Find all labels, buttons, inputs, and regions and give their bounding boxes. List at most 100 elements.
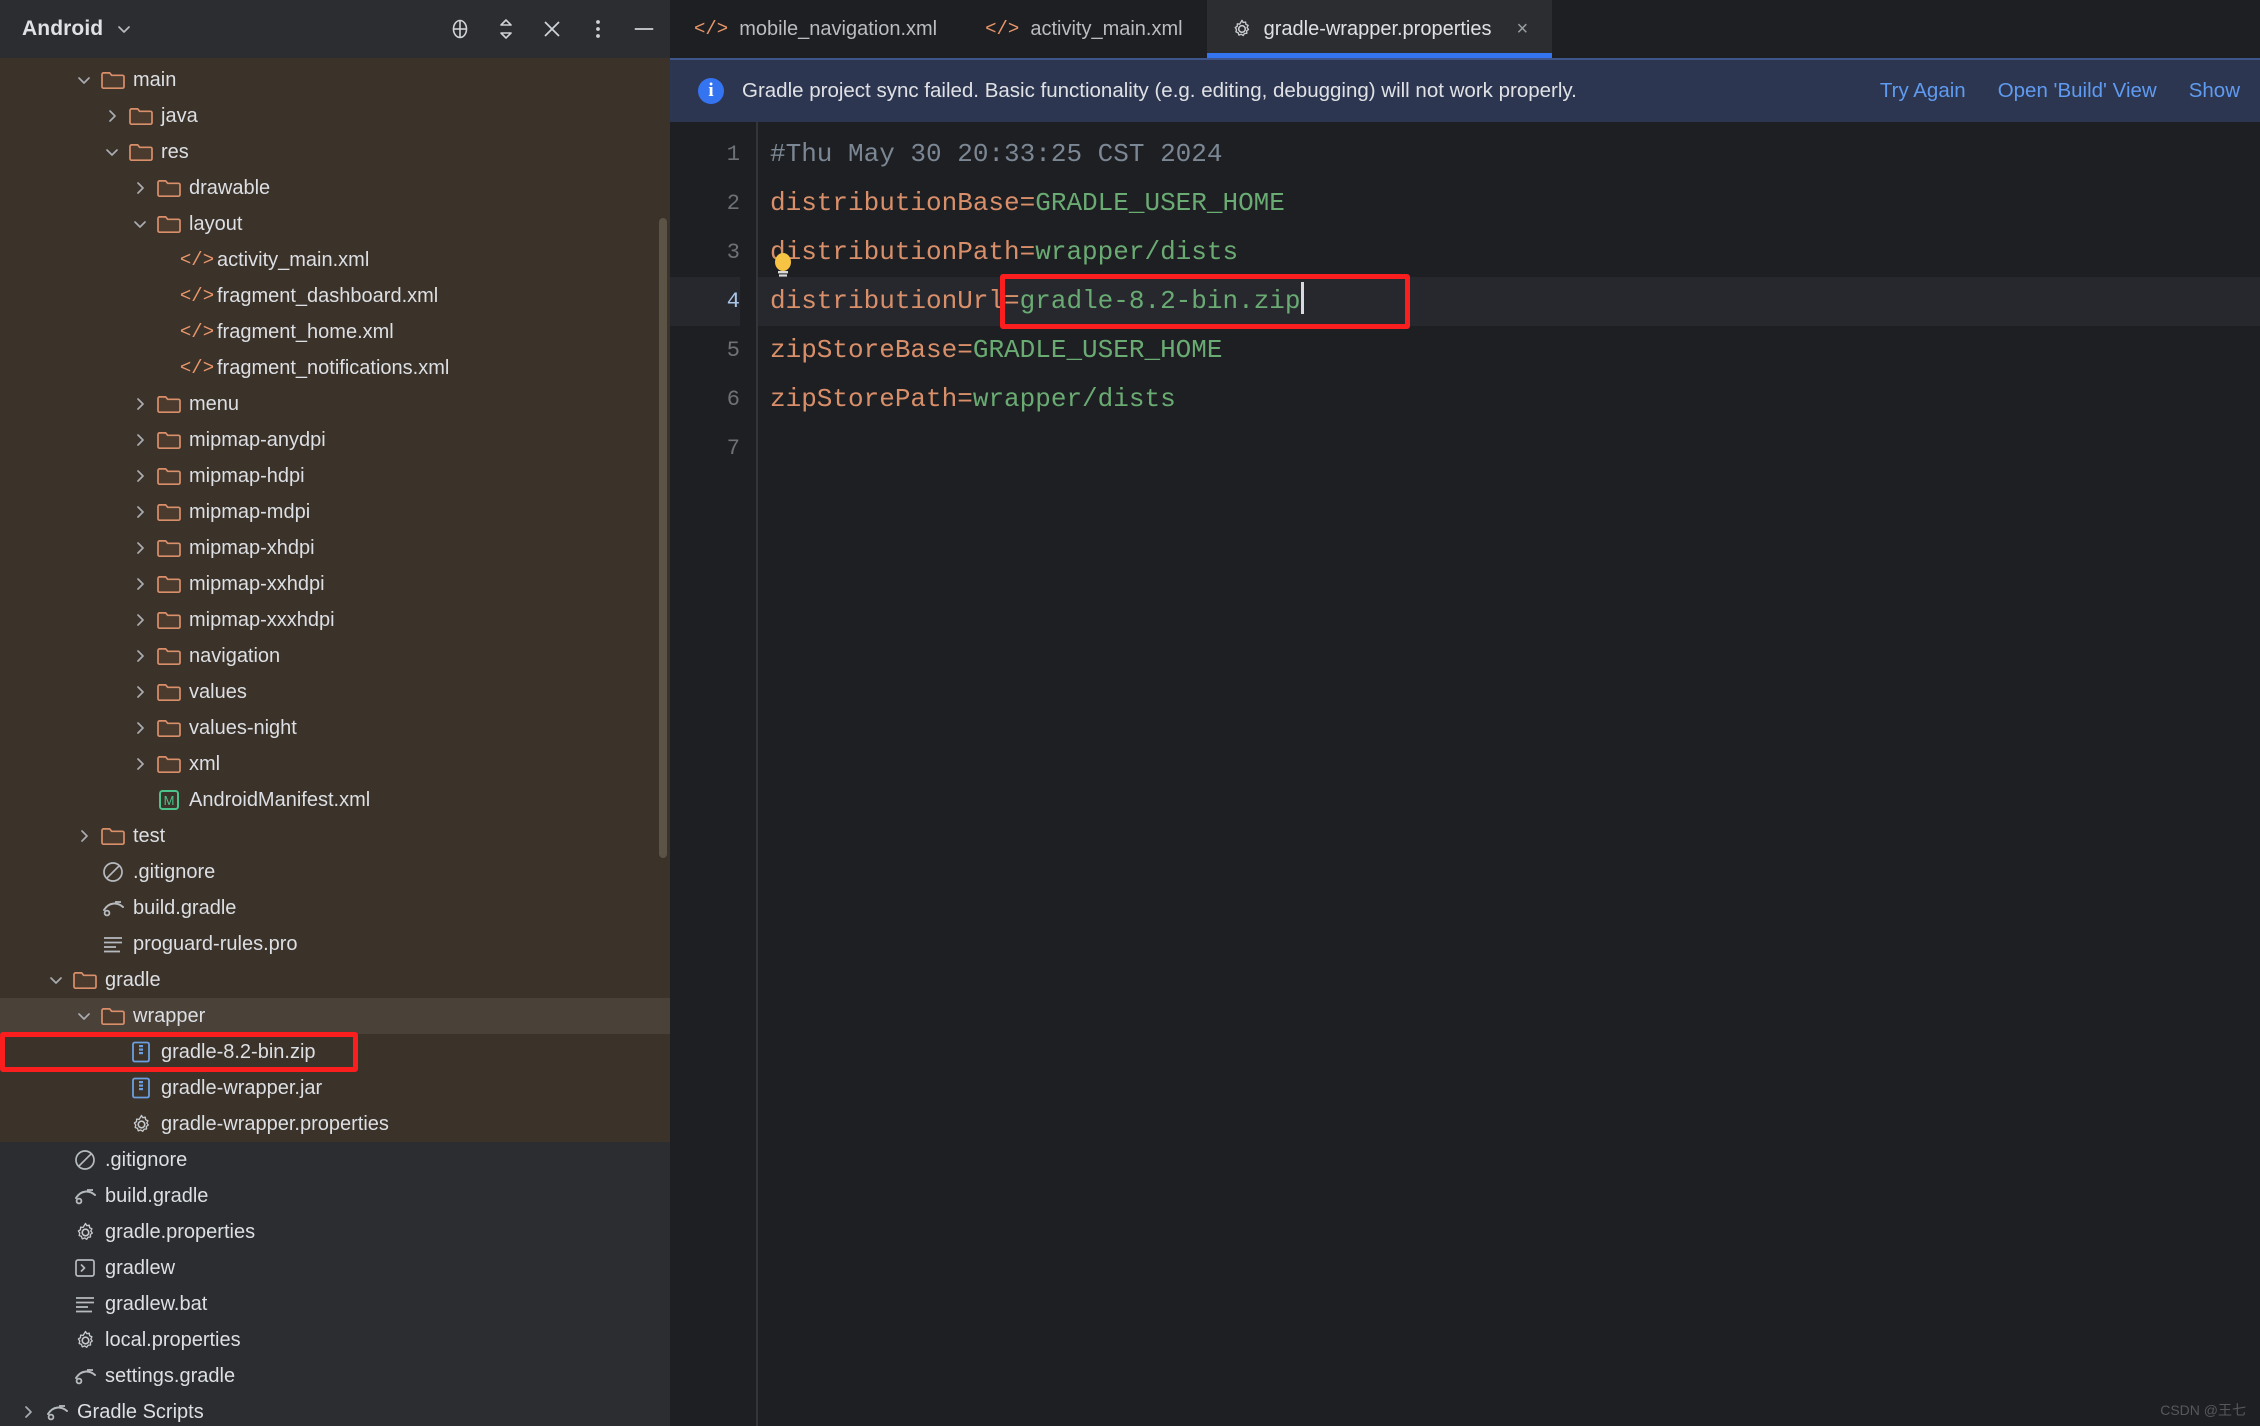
tree-row[interactable]: gradle-8.2-bin.zip bbox=[0, 1032, 670, 1072]
code-line[interactable] bbox=[758, 424, 2260, 473]
tree-row[interactable]: .gitignore bbox=[0, 854, 670, 890]
chevron-right-icon[interactable] bbox=[14, 1403, 42, 1421]
chevron-right-icon[interactable] bbox=[126, 503, 154, 521]
tree-row[interactable]: main bbox=[0, 62, 670, 98]
chevron-right-icon[interactable] bbox=[126, 395, 154, 413]
tree-row[interactable]: </> fragment_dashboard.xml bbox=[0, 278, 670, 314]
tree-row[interactable]: M AndroidManifest.xml bbox=[0, 782, 670, 818]
tree-item-label: mipmap-anydpi bbox=[189, 428, 326, 451]
tree-row[interactable]: settings.gradle bbox=[0, 1358, 670, 1394]
show-link[interactable]: Show bbox=[2189, 79, 2240, 103]
tree-item-label: .gitignore bbox=[133, 860, 216, 883]
tree-item-label: mipmap-xhdpi bbox=[189, 536, 315, 559]
open-build-view-link[interactable]: Open 'Build' View bbox=[1998, 79, 2157, 103]
tree-row[interactable]: </> fragment_notifications.xml bbox=[0, 350, 670, 386]
tree-row[interactable]: build.gradle bbox=[0, 890, 670, 926]
tree-row[interactable]: xml bbox=[0, 746, 670, 782]
tree-row[interactable]: Gradle Scripts bbox=[0, 1394, 670, 1426]
line-number: 1 bbox=[726, 142, 740, 167]
chevron-right-icon[interactable] bbox=[126, 575, 154, 593]
chevron-right-icon[interactable] bbox=[126, 611, 154, 629]
tab-gradle-wrapper-properties[interactable]: gradle-wrapper.properties × bbox=[1206, 0, 1553, 58]
chevron-right-icon[interactable] bbox=[126, 179, 154, 197]
code-line[interactable]: distributionBase=GRADLE_USER_HOME bbox=[758, 179, 2260, 228]
tree-item-label: gradle-8.2-bin.zip bbox=[161, 1040, 316, 1063]
chevron-right-icon[interactable] bbox=[126, 647, 154, 665]
tree-row[interactable]: </> fragment_home.xml bbox=[0, 314, 670, 350]
top-bar: Android </> mobile_navigation.xml </> ac… bbox=[0, 0, 2260, 58]
tree-item-label: wrapper bbox=[133, 1004, 206, 1027]
tree-row[interactable]: mipmap-mdpi bbox=[0, 494, 670, 530]
tree-row[interactable]: drawable bbox=[0, 170, 670, 206]
tree-row[interactable]: values bbox=[0, 674, 670, 710]
tree-row[interactable]: gradlew bbox=[0, 1250, 670, 1286]
tree-row[interactable]: test bbox=[0, 818, 670, 854]
tree-row[interactable]: mipmap-hdpi bbox=[0, 458, 670, 494]
lightbulb-icon[interactable] bbox=[770, 251, 796, 281]
collapse-all-icon[interactable] bbox=[540, 17, 564, 41]
code-line[interactable]: distributionPath=wrapper/dists bbox=[758, 228, 2260, 277]
chevron-right-icon[interactable] bbox=[126, 467, 154, 485]
chevron-down-icon[interactable] bbox=[70, 71, 98, 89]
close-icon[interactable]: × bbox=[1517, 18, 1529, 41]
select-opened-file-icon[interactable] bbox=[448, 17, 472, 41]
tree-row[interactable]: build.gradle bbox=[0, 1178, 670, 1214]
tree-row[interactable]: gradle bbox=[0, 962, 670, 998]
chevron-down-icon[interactable] bbox=[42, 971, 70, 989]
code-editor[interactable]: 1 2 3 4 5 6 7 #Thu May 30 20:33:25 CST 2024 dis… bbox=[670, 122, 2260, 1426]
tree-row[interactable]: </> activity_main.xml bbox=[0, 242, 670, 278]
code-line[interactable]: zipStoreBase=GRADLE_USER_HOME bbox=[758, 326, 2260, 375]
tab-activity-main-xml[interactable]: </> activity_main.xml bbox=[961, 0, 1206, 58]
expand-collapse-icon[interactable] bbox=[494, 17, 518, 41]
tree-row[interactable]: local.properties bbox=[0, 1322, 670, 1358]
tree-row[interactable]: java bbox=[0, 98, 670, 134]
code-line[interactable]: distributionUrl=gradle-8.2-bin.zip bbox=[758, 277, 2260, 326]
chevron-right-icon[interactable] bbox=[126, 431, 154, 449]
tree-row[interactable]: mipmap-anydpi bbox=[0, 422, 670, 458]
manifest-icon: M bbox=[154, 788, 184, 812]
chevron-down-icon[interactable] bbox=[98, 143, 126, 161]
chevron-right-icon[interactable] bbox=[70, 827, 98, 845]
hide-panel-icon[interactable] bbox=[632, 17, 656, 41]
tree-row[interactable]: mipmap-xxxhdpi bbox=[0, 602, 670, 638]
tree-row[interactable]: gradle-wrapper.jar bbox=[0, 1070, 670, 1106]
project-panel-title[interactable]: Android bbox=[22, 17, 103, 41]
tree-row[interactable]: res bbox=[0, 134, 670, 170]
tree-row[interactable]: menu bbox=[0, 386, 670, 422]
chevron-right-icon[interactable] bbox=[98, 107, 126, 125]
tree-row[interactable]: proguard-rules.pro bbox=[0, 926, 670, 962]
tree-row[interactable]: gradle-wrapper.properties bbox=[0, 1106, 670, 1142]
project-tree[interactable]: main java res drawable layout </> activity_mai… bbox=[0, 58, 670, 1426]
tree-item-label: gradle-wrapper.properties bbox=[161, 1112, 389, 1135]
try-again-link[interactable]: Try Again bbox=[1880, 79, 1966, 103]
chevron-right-icon[interactable] bbox=[126, 755, 154, 773]
chevron-down-icon[interactable] bbox=[126, 215, 154, 233]
xml-tag-icon: </> bbox=[985, 18, 1020, 40]
more-options-icon[interactable] bbox=[586, 17, 610, 41]
tree-row[interactable]: gradle.properties bbox=[0, 1214, 670, 1250]
folder-icon bbox=[154, 177, 184, 199]
tree-row[interactable]: mipmap-xhdpi bbox=[0, 530, 670, 566]
tree-row[interactable]: .gitignore bbox=[0, 1142, 670, 1178]
property-value: GRADLE_USER_HOME bbox=[1035, 188, 1285, 218]
ignore-icon bbox=[70, 1148, 100, 1172]
tree-row[interactable]: mipmap-xxhdpi bbox=[0, 566, 670, 602]
code-line[interactable]: #Thu May 30 20:33:25 CST 2024 bbox=[758, 130, 2260, 179]
tree-item-label: gradle bbox=[105, 968, 161, 991]
tree-row[interactable]: values-night bbox=[0, 710, 670, 746]
code-line[interactable]: zipStorePath=wrapper/dists bbox=[758, 375, 2260, 424]
folder-icon bbox=[154, 573, 184, 595]
tab-mobile-navigation-xml[interactable]: </> mobile_navigation.xml bbox=[670, 0, 961, 58]
chevron-down-icon[interactable] bbox=[115, 20, 133, 38]
tree-item-label: fragment_dashboard.xml bbox=[217, 284, 439, 307]
tree-row[interactable]: navigation bbox=[0, 638, 670, 674]
chevron-right-icon[interactable] bbox=[126, 683, 154, 701]
chevron-down-icon[interactable] bbox=[70, 1007, 98, 1025]
tree-row[interactable]: layout bbox=[0, 206, 670, 242]
project-panel-actions bbox=[448, 17, 656, 41]
code-content[interactable]: #Thu May 30 20:33:25 CST 2024 distributio… bbox=[758, 122, 2260, 1426]
tree-row[interactable]: wrapper bbox=[0, 998, 670, 1034]
tree-row[interactable]: gradlew.bat bbox=[0, 1286, 670, 1322]
chevron-right-icon[interactable] bbox=[126, 719, 154, 737]
chevron-right-icon[interactable] bbox=[126, 539, 154, 557]
